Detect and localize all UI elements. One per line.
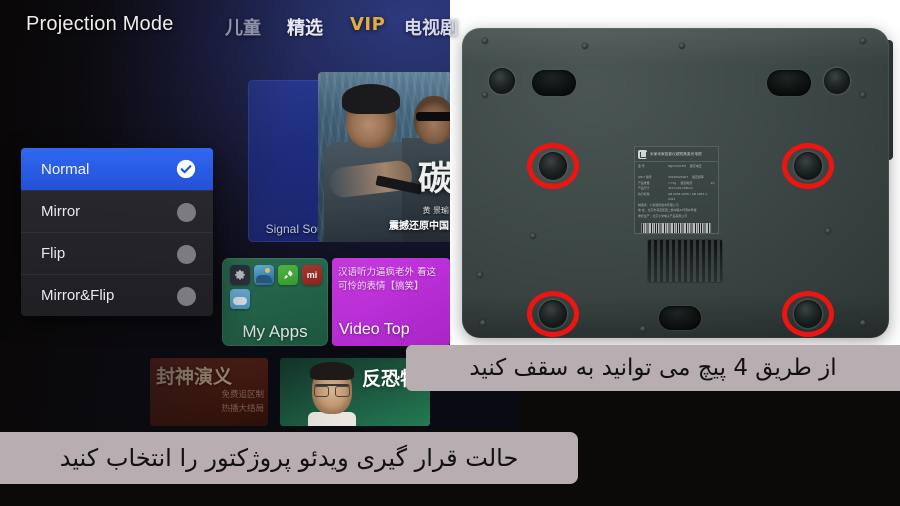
menu-option-normal[interactable]: Normal — [21, 148, 213, 190]
corner-screw — [860, 92, 866, 98]
actor-hair — [310, 362, 354, 380]
rubber-foot — [489, 68, 515, 94]
photo-gallery-icon[interactable] — [254, 265, 274, 285]
tab-featured[interactable]: 精选 — [287, 14, 323, 40]
tile-video-top-label: Video Top — [339, 321, 410, 338]
spec-value: MJJGTV01FM — [668, 164, 686, 168]
poster-sub-line-1: 免费追区制 — [221, 390, 264, 400]
corner-screw — [482, 92, 488, 98]
corner-screw — [679, 43, 685, 49]
spec-row: 型 号 MJJGTV01FM 额定电压 100-240V~ — [638, 164, 715, 175]
caption-select-projection-mode-text: حالت قرار گیری ویدئو پروژکتور را انتخاب … — [59, 444, 519, 472]
menu-option-mirror-label: Mirror — [41, 203, 81, 220]
caption-ceiling-mount-text: از طریق 4 پیچ می توانید به سقف کنید — [469, 355, 837, 381]
corner-screw — [860, 38, 866, 44]
poster-figure-b-sunglasses — [416, 112, 452, 121]
menu-option-mirror-flip-label: Mirror&Flip — [41, 287, 115, 304]
corner-screw — [640, 326, 646, 332]
corner-screw — [582, 43, 588, 49]
caption-ceiling-mount: از طریق 4 پیچ می توانید به سقف کنید — [406, 345, 900, 391]
label-header: 米家米家投影仪超短焦激光电视 — [635, 147, 718, 162]
actor-glasses — [314, 384, 350, 397]
screenshot-root: Projection Mode 儿童 精选 VIP 电视剧 Signal Sou… — [0, 0, 900, 506]
corner-screw — [825, 228, 831, 234]
radio-empty-icon[interactable] — [177, 245, 196, 264]
menu-option-flip-label: Flip — [41, 245, 66, 262]
poster-credit: 黄 景瑜 — [422, 206, 449, 215]
caption-select-projection-mode: حالت قرار گیری ویدئو پروژکتور را انتخاب … — [0, 432, 578, 484]
projection-mode-menu: Normal Mirror Flip Mirror&Flip — [21, 148, 213, 316]
exhaust-vent — [648, 240, 722, 282]
menu-option-mirror[interactable]: Mirror — [21, 190, 213, 232]
actor-shirt — [308, 412, 356, 426]
spec-row: 执行标准 GB 9254-2008 / GB 4943.1-2011 — [638, 192, 715, 203]
poster-actor-face — [308, 362, 356, 426]
weather-cloud-icon[interactable] — [230, 289, 250, 309]
radio-empty-icon[interactable] — [177, 287, 196, 306]
tile-video-top-text: 汉语听力逼疯老外 看这 可怜的表情【搞笑】 — [338, 266, 446, 295]
screw-hole-highlight — [527, 291, 579, 337]
barcode-icon — [641, 223, 712, 233]
company-line: 委托生产：北京小米电子产品有限公司 — [638, 213, 688, 218]
screw-hole-highlight — [527, 143, 579, 189]
screw-hole-highlight — [782, 143, 834, 189]
page-title: Projection Mode — [26, 13, 174, 35]
projector-base-plate: 米家米家投影仪超短焦激光电视 型 号 MJJGTV01FM 额定电压 100-2… — [462, 28, 889, 338]
poster-sub-line-2: 热播大结局 — [221, 404, 264, 415]
mi-store-icon[interactable]: mi — [302, 265, 322, 285]
gear-icon[interactable] — [230, 265, 250, 285]
radio-empty-icon[interactable] — [177, 203, 196, 222]
product-name: 米家米家投影仪超短焦激光电视 — [650, 152, 702, 156]
tab-kids[interactable]: 儿童 — [225, 14, 261, 40]
port-opening — [532, 70, 576, 96]
tile-movie-poster[interactable]: 碳 黄 景瑜 震撼还原中国 — [318, 72, 452, 242]
tile-my-apps[interactable]: mi My Apps — [222, 258, 328, 346]
video-text-line-1: 汉语听力逼疯老外 看这 — [338, 267, 437, 278]
poster-fengshen[interactable]: 封神演义 免费追区制 热播大结局 — [150, 358, 268, 426]
spec-key: 额定电压 — [689, 164, 702, 168]
port-opening — [767, 70, 811, 96]
rubber-foot — [824, 68, 850, 94]
poster-fengshen-sub: 免费追区制 热播大结局 — [221, 388, 264, 417]
tile-my-apps-label: My Apps — [242, 322, 308, 341]
menu-option-mirror-flip[interactable]: Mirror&Flip — [21, 274, 213, 316]
spec-value: GB 9254-2008 / GB 4943.1-2011 — [668, 191, 709, 202]
spec-key: 执行标准 — [638, 191, 650, 196]
corner-screw — [530, 233, 536, 239]
menu-option-flip[interactable]: Flip — [21, 232, 213, 274]
app-icon-grid: mi — [230, 265, 322, 309]
poster-figure-a-hair — [342, 84, 400, 114]
product-label: 米家米家投影仪超短焦激光电视 型 号 MJJGTV01FM 额定电压 100-2… — [634, 146, 719, 234]
video-text-line-2: 可怜的表情【搞笑】 — [338, 281, 424, 293]
projector-bottom-photo: 米家米家投影仪超短焦激光电视 型 号 MJJGTV01FM 额定电压 100-2… — [450, 0, 900, 362]
cable-port-opening — [659, 306, 701, 330]
spec-key: 型 号 — [638, 164, 645, 168]
label-spec-table: 型 号 MJJGTV01FM 额定电压 100-240V~ GB/T 编号 20… — [635, 162, 718, 219]
poster-tagline: 震撼还原中国 — [389, 221, 449, 232]
tile-video-top[interactable]: 汉语听力逼疯老外 看这 可怜的表情【搞笑】 Video Top — [332, 258, 450, 346]
menu-option-normal-label: Normal — [41, 160, 90, 178]
corner-screw — [860, 320, 866, 326]
tab-vip[interactable]: VIP — [350, 14, 385, 35]
tab-tv-series[interactable]: 电视剧 — [404, 14, 458, 40]
screw-hole-highlight — [782, 291, 834, 337]
mi-logo-icon — [638, 150, 647, 159]
corner-screw — [480, 320, 486, 326]
corner-screw — [477, 272, 483, 278]
poster-fengshen-title: 封神演义 — [156, 366, 233, 388]
check-circle-icon — [176, 159, 196, 179]
rocket-icon[interactable] — [278, 265, 298, 285]
poster-title-char: 碳 — [418, 159, 452, 199]
